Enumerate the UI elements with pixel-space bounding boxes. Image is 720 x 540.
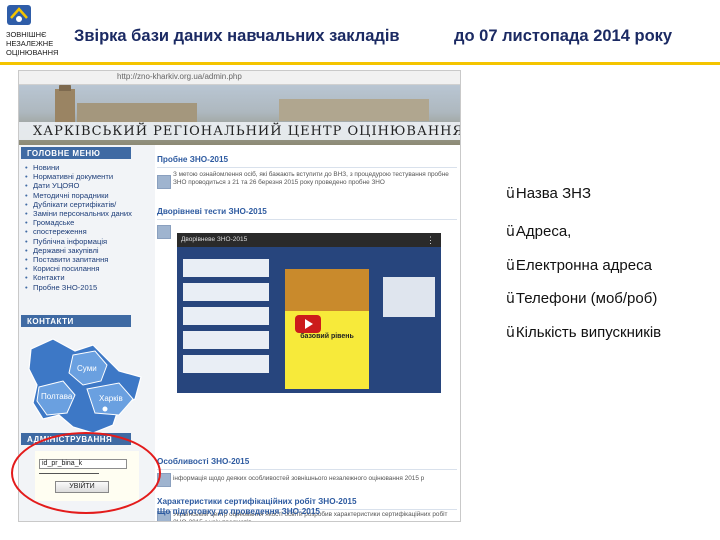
checklist-text: Електронна адреса	[515, 257, 652, 274]
map-label: Харків	[99, 394, 123, 403]
menu-item[interactable]: Пробне ЗНО-2015	[25, 283, 149, 292]
video-note	[383, 277, 435, 317]
section-divider	[157, 167, 457, 168]
banner-building	[279, 99, 429, 121]
menu-item[interactable]: Громадське	[25, 218, 149, 227]
logo-line: ОЦІНЮВАННЯ	[6, 48, 59, 57]
map-label: Полтава	[41, 392, 73, 401]
url-text: http://zno-kharkiv.org.ua/admin.php	[117, 72, 242, 81]
section-divider	[157, 469, 457, 470]
section-divider	[157, 219, 457, 220]
logo-text: ЗОВНІШНЄ НЕЗАЛЕЖНЕ ОЦІНЮВАННЯ	[6, 30, 70, 57]
checklist-text: Кількість випускників	[515, 324, 662, 341]
menu-item[interactable]: Дублікати сертифікатів/	[25, 200, 149, 209]
check-icon: ü	[506, 258, 515, 274]
section-title[interactable]: Пробне ЗНО-2015	[157, 155, 228, 164]
logo-line: ЗОВНІШНЄ	[6, 30, 47, 39]
region-map: Суми Полтава Харків	[28, 338, 142, 434]
level-card-header	[285, 269, 369, 311]
logo-line: НЕЗАЛЕЖНЕ	[6, 39, 54, 48]
checklist-text: Адреса,	[515, 223, 572, 240]
section-title[interactable]: Особливості ЗНО-2015	[157, 457, 249, 466]
video-title: Дворівневе ЗНО-2015	[177, 233, 441, 247]
video-card	[183, 355, 269, 373]
section-title[interactable]: Характеристики сертифікаційних робіт ЗНО…	[157, 497, 357, 506]
level-label: базовий рівень	[300, 333, 354, 340]
section-thumbnail	[157, 225, 171, 239]
section-thumbnail	[157, 175, 171, 189]
check-icon: ü	[506, 291, 515, 307]
banner-building	[77, 103, 197, 123]
play-icon[interactable]	[295, 315, 321, 333]
main-menu-heading: ГОЛОВНЕ МЕНЮ	[21, 147, 131, 159]
check-icon: ü	[506, 186, 515, 202]
video-card	[183, 259, 269, 277]
menu-item[interactable]: Заміни персональних даних	[25, 209, 149, 218]
check-icon: ü	[506, 325, 515, 341]
section-title[interactable]: Що підготовку до проведення ЗНО-2015	[157, 507, 320, 516]
browser-address-bar[interactable]: http://zno-kharkiv.org.ua/admin.php	[19, 71, 460, 85]
site-banner: ХАРКІВСЬКИЙ РЕГІОНАЛЬНИЙ ЦЕНТР ОЦІНЮВАНН…	[19, 85, 461, 145]
banner-tower	[55, 85, 75, 123]
admin-highlight-ellipse	[11, 432, 161, 514]
section-title[interactable]: Дворівневі тести ЗНО-2015	[157, 207, 267, 216]
zno-logo: ЗОВНІШНЄ НЕЗАЛЕЖНЕ ОЦІНЮВАННЯ	[6, 4, 68, 60]
menu-item[interactable]: Дати УЦОЯО	[25, 181, 149, 190]
zno-logo-icon	[7, 5, 31, 25]
menu-item[interactable]: Новини	[25, 163, 149, 172]
menu-item[interactable]: Нормативні документи	[25, 172, 149, 181]
header-divider	[0, 62, 720, 65]
checklist-item: üКількість випускників	[506, 324, 661, 341]
section-text: З метою ознайомлення осіб, які бажають в…	[173, 171, 449, 186]
menu-item[interactable]: Контакти	[25, 273, 149, 282]
checklist-text: Телефони (моб/роб)	[515, 290, 658, 307]
video-card	[183, 307, 269, 325]
contacts-heading: КОНТАКТИ	[21, 315, 131, 327]
deadline-text: до 07 листопада 2014 року	[454, 27, 673, 45]
video-player[interactable]: Дворівневе ЗНО-2015 ⋮ базовий рівень	[177, 233, 441, 393]
map-label: Суми	[77, 364, 97, 373]
checklist-item: üЕлектронна адреса	[506, 257, 652, 274]
menu-item[interactable]: Публічна інформація	[25, 237, 149, 246]
slide-title: Звірка бази даних навчальних закладів	[74, 27, 400, 45]
menu-item[interactable]: Корисні посилання	[25, 264, 149, 273]
video-settings-icon[interactable]: ⋮	[426, 235, 435, 246]
map-marker	[102, 406, 108, 412]
checklist-item: üАдреса,	[506, 223, 571, 240]
main-menu: Новини Нормативні документи Дати УЦОЯО М…	[25, 163, 149, 292]
video-card	[183, 331, 269, 349]
site-main-content: Пробне ЗНО-2015 З метою ознайомлення осі…	[157, 151, 460, 521]
menu-item[interactable]: Державні закупівлі	[25, 246, 149, 255]
menu-item[interactable]: спостереження	[25, 227, 149, 236]
section-text: інформація щодо деяких особливостей зовн…	[173, 475, 425, 482]
video-card	[183, 283, 269, 301]
check-icon: ü	[506, 224, 515, 240]
site-title: ХАРКІВСЬКИЙ РЕГІОНАЛЬНИЙ ЦЕНТР ОЦІНЮВАНН…	[33, 124, 461, 139]
video-frame: базовий рівень	[177, 247, 441, 393]
checklist-item: üНазва ЗНЗ	[506, 185, 591, 202]
checklist-text: Назва ЗНЗ	[515, 185, 592, 202]
menu-item[interactable]: Методичні порадники	[25, 191, 149, 200]
checklist-item: üТелефони (моб/роб)	[506, 290, 657, 307]
menu-item[interactable]: Поставити запитання	[25, 255, 149, 264]
